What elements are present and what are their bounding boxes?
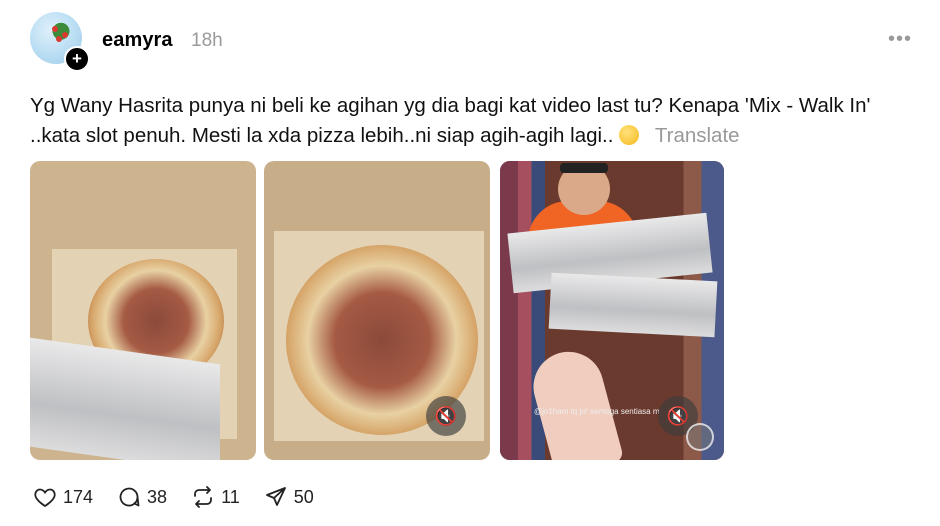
media-video-3[interactable]: @jo1ham tq jo! semoga sentiasa m 🔇 [500, 161, 724, 460]
video-overlay-text: @jo1ham tq jo! semoga sentiasa m [534, 407, 660, 416]
speaker-muted-icon: 🔇 [434, 406, 458, 426]
comment-bubble-icon [119, 487, 140, 507]
more-options-button[interactable]: ••• [888, 28, 912, 51]
mute-toggle-button[interactable]: 🔇 [426, 396, 466, 436]
post-actions-bar: 174 38 11 50 [33, 484, 338, 510]
media-image-1[interactable] [30, 161, 256, 460]
heart-icon [34, 488, 56, 508]
thinking-face-icon [619, 125, 640, 145]
comment-button[interactable]: 38 [117, 485, 167, 509]
username[interactable]: eamyra [102, 29, 173, 52]
repost-icon [194, 486, 212, 508]
avatar-berry [52, 26, 58, 32]
translate-link[interactable]: Translate [655, 124, 740, 147]
share-button[interactable]: 50 [264, 485, 314, 509]
comments-count: 38 [147, 486, 168, 507]
likes-count: 174 [63, 486, 94, 507]
video-control-button[interactable] [686, 423, 714, 451]
post-timestamp: 18h [191, 30, 223, 51]
reposts-count: 11 [221, 486, 240, 507]
foil-box-bottom [548, 272, 718, 338]
caption-text: Yg Wany Hasrita punya ni beli ke agihan … [30, 94, 871, 147]
speaker-muted-icon: 🔇 [666, 406, 690, 426]
send-icon [265, 487, 286, 506]
shares-count: 50 [293, 486, 314, 507]
avatar-berry [56, 36, 62, 42]
media-video-2[interactable]: 🔇 [264, 161, 490, 460]
avatar-berry [62, 32, 68, 38]
avatar[interactable]: + [30, 12, 90, 72]
post-caption: Yg Wany Hasrita punya ni beli ke agihan … [30, 91, 910, 151]
follow-button[interactable]: + [64, 46, 90, 72]
repost-button[interactable]: 11 [191, 485, 240, 509]
sunglasses [560, 163, 608, 173]
like-button[interactable]: 174 [33, 485, 93, 509]
